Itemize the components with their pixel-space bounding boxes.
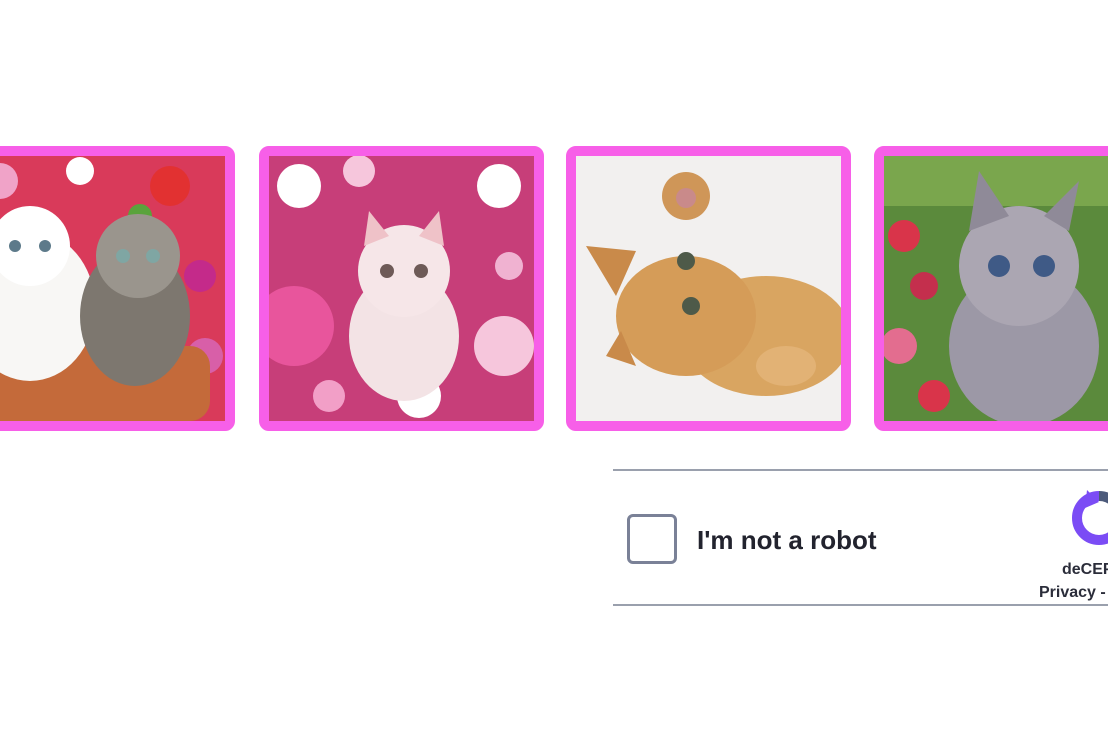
checkbox-label: I'm not a robot	[697, 525, 877, 555]
ginger-kitten-on-back-image	[576, 156, 841, 421]
captcha-image-tile-2[interactable]	[259, 146, 544, 431]
not-a-robot-checkbox[interactable]	[627, 514, 677, 564]
pink-kitten-in-flowers-image	[269, 156, 534, 421]
link-separator: -	[1100, 584, 1106, 601]
grey-tabby-kitten-image	[884, 156, 1108, 421]
captcha-image-tile-1[interactable]	[0, 146, 235, 431]
captcha-image-tile-4[interactable]	[874, 146, 1108, 431]
captcha-image-tile-3[interactable]	[566, 146, 851, 431]
kittens-in-flower-pot-image	[0, 156, 225, 421]
captcha-brand-name: deCEP	[1062, 561, 1108, 578]
privacy-link[interactable]: Privacy	[1039, 584, 1096, 601]
captcha-widget: I'm not a robot deCEP Privacy -	[613, 469, 1108, 606]
decaptcha-logo-icon	[1072, 490, 1108, 545]
captcha-footer-links: Privacy -	[1039, 584, 1106, 602]
